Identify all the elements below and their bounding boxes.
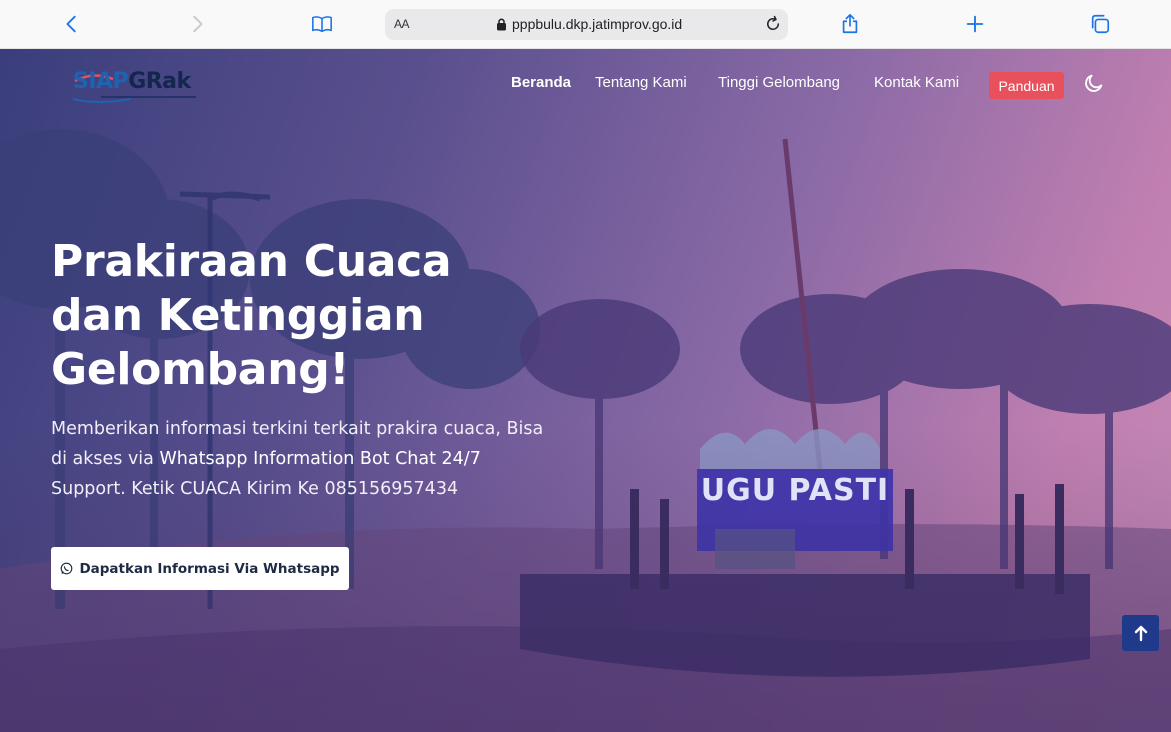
share-icon (842, 14, 858, 34)
siapgrak-logo[interactable]: SIAPGRak (73, 69, 198, 103)
lock-icon (497, 18, 506, 31)
back-button[interactable] (58, 10, 86, 38)
reader-aa-button[interactable]: AA (394, 17, 410, 31)
book-icon (312, 16, 332, 33)
nav-tentang-kami[interactable]: Tentang Kami (595, 74, 687, 96)
monument-sign-text: UGU PASTI (700, 473, 890, 508)
whatsapp-cta-label: Dapatkan Informasi Via Whatsapp (79, 560, 340, 577)
hero-subtitle: Memberikan informasi terkini terkait pra… (51, 419, 544, 499)
nav-tinggi-gelombang[interactable]: Tinggi Gelombang (718, 74, 840, 96)
whatsapp-cta-button[interactable]: Dapatkan Informasi Via Whatsapp (51, 547, 349, 590)
back-to-top-button[interactable] (1122, 615, 1159, 651)
arrow-up-icon (1134, 625, 1147, 642)
plus-icon (966, 15, 984, 33)
reload-icon[interactable] (764, 15, 782, 33)
dark-mode-toggle-icon[interactable] (1083, 72, 1105, 94)
tabs-overview-button[interactable] (1086, 10, 1114, 38)
url-text: pppbulu.dkp.jatimprov.go.id (512, 16, 683, 32)
tabs-icon (1091, 14, 1110, 34)
hero-title: Prakiraan Cuaca dan Ketinggian Gelombang… (51, 236, 452, 395)
whatsapp-icon (61, 562, 73, 575)
chevron-left-icon (66, 15, 76, 33)
bookmarks-button[interactable] (308, 10, 336, 38)
new-tab-button[interactable] (961, 10, 989, 38)
address-bar[interactable]: AA pppbulu.dkp.jatimprov.go.id (385, 9, 788, 40)
browser-toolbar: AA pppbulu.dkp.jatimprov.go.id (0, 0, 1171, 49)
nav-kontak-kami[interactable]: Kontak Kami (874, 74, 959, 96)
panduan-button[interactable]: Panduan (989, 72, 1064, 99)
logo-tagline-bar (101, 96, 196, 98)
nav-beranda[interactable]: Beranda (511, 74, 571, 96)
hero-section: UGU PASTI SIAPGRak Beranda Tentang Kami … (0, 49, 1171, 732)
whatsapp-bot-highlight: Whatsapp Information Bot Chat 24/7 (159, 449, 481, 469)
share-button[interactable] (836, 10, 864, 38)
forward-button[interactable] (183, 10, 211, 38)
chevron-right-icon (193, 15, 203, 33)
logo-text: SIAPGRak (73, 69, 191, 94)
